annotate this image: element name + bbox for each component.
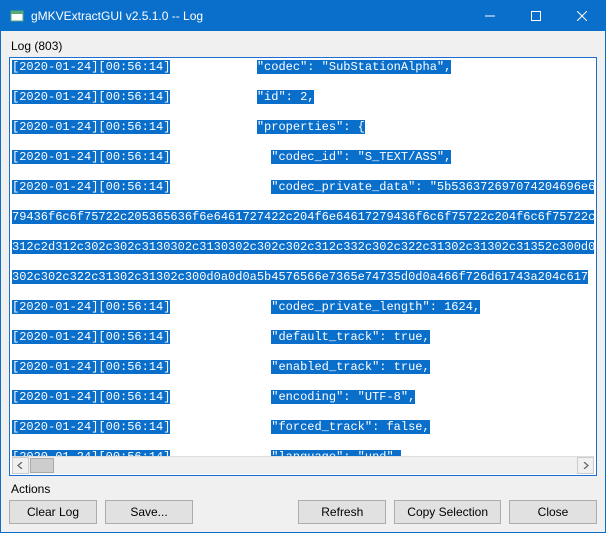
log-line: [2020-01-24][00:56:14] "forced_track": f… — [12, 420, 594, 435]
spacer — [201, 500, 290, 524]
log-line: [2020-01-24][00:56:14] "id": 2, — [12, 90, 594, 105]
scroll-right-arrow[interactable] — [577, 457, 594, 474]
scroll-left-arrow[interactable] — [12, 457, 29, 474]
close-button[interactable]: Close — [509, 500, 597, 524]
log-content[interactable]: [2020-01-24][00:56:14] "codec": "SubStat… — [12, 60, 594, 456]
actions-label: Actions — [9, 476, 597, 500]
close-window-button[interactable] — [559, 1, 605, 31]
log-line: [2020-01-24][00:56:14] "language": "und"… — [12, 450, 594, 456]
copy-selection-button[interactable]: Copy Selection — [394, 500, 501, 524]
log-textbox[interactable]: [2020-01-24][00:56:14] "codec": "SubStat… — [9, 57, 597, 476]
log-line: [2020-01-24][00:56:14] "codec": "SubStat… — [12, 60, 594, 75]
maximize-button[interactable] — [513, 1, 559, 31]
app-icon — [9, 8, 25, 24]
log-line: [2020-01-24][00:56:14] "codec_private_da… — [12, 180, 594, 195]
refresh-button[interactable]: Refresh — [298, 500, 386, 524]
scrollbar-track[interactable] — [29, 457, 577, 474]
log-line: [2020-01-24][00:56:14] "default_track": … — [12, 330, 594, 345]
log-line: [2020-01-24][00:56:14] "codec_private_le… — [12, 300, 594, 315]
actions-row: Clear Log Save... Refresh Copy Selection… — [9, 500, 597, 524]
clear-log-button[interactable]: Clear Log — [9, 500, 97, 524]
log-line: [2020-01-24][00:56:14] "codec_id": "S_TE… — [12, 150, 594, 165]
log-label: Log (803) — [9, 37, 597, 57]
log-line: [2020-01-24][00:56:14] "properties": { — [12, 120, 594, 135]
log-line: 79436f6c6f75722c205365636f6e6461727422c2… — [12, 210, 594, 225]
log-line: 312c2d312c302c302c3130302c3130302c302c30… — [12, 240, 594, 255]
client-area: Log (803) [2020-01-24][00:56:14] "codec"… — [1, 31, 605, 532]
save-button[interactable]: Save... — [105, 500, 193, 524]
window-title: gMKVExtractGUI v2.5.1.0 -- Log — [31, 9, 467, 23]
horizontal-scrollbar[interactable] — [12, 456, 594, 473]
log-line: [2020-01-24][00:56:14] "enabled_track": … — [12, 360, 594, 375]
minimize-button[interactable] — [467, 1, 513, 31]
log-line: [2020-01-24][00:56:14] "encoding": "UTF-… — [12, 390, 594, 405]
title-bar: gMKVExtractGUI v2.5.1.0 -- Log — [1, 1, 605, 31]
log-line: 302c302c322c31302c31302c300d0a0d0a5b4576… — [12, 270, 594, 285]
scrollbar-thumb[interactable] — [30, 458, 54, 473]
